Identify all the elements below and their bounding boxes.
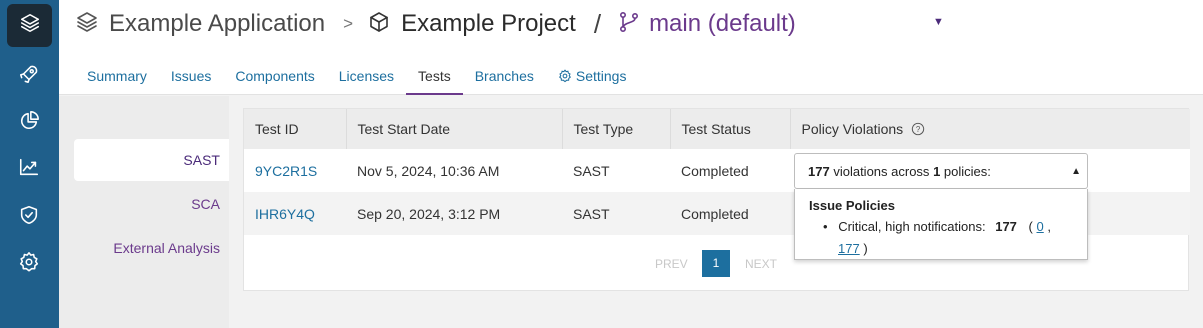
test-type-subnav: SAST SCA External Analysis: [59, 96, 229, 328]
start-date-cell: Sep 20, 2024, 3:12 PM: [346, 192, 562, 235]
tab-summary[interactable]: Summary: [75, 62, 159, 95]
policy-name: Critical, high notifications:: [838, 219, 986, 234]
policy-list-item: • Critical, high notifications: 177 ( 0 …: [823, 219, 1051, 234]
policy-violations-dropdown[interactable]: 177 violations across 1 policies: ▲: [794, 153, 1088, 189]
close-paren: ): [863, 241, 868, 256]
rocket-icon[interactable]: [17, 62, 41, 86]
bullet-icon: •: [823, 219, 828, 234]
pie-chart-icon[interactable]: [17, 109, 41, 133]
svg-text:?: ?: [916, 125, 921, 134]
app-root: Example Application > Example Project / …: [0, 0, 1203, 328]
column-header[interactable]: Test Status: [670, 109, 791, 149]
gear-icon: [558, 68, 576, 86]
test-id-cell: 9YC2R1S: [244, 149, 346, 192]
subnav-item-external-analysis[interactable]: External Analysis: [74, 227, 229, 269]
column-header[interactable]: Test Type: [562, 109, 671, 149]
help-circle-icon[interactable]: ?: [907, 121, 925, 137]
policy-count: 1: [933, 164, 941, 179]
violations-text: violations across: [833, 164, 930, 179]
breadcrumb-separator: /: [593, 8, 602, 39]
caret-up-icon[interactable]: ▲: [1071, 154, 1081, 190]
column-header-label: Policy Violations: [801, 121, 904, 137]
test-type-cell: SAST: [562, 149, 670, 192]
tab-settings-label: Settings: [575, 68, 627, 84]
policies-text: policies:: [943, 164, 991, 179]
test-id-link[interactable]: IHR6Y4Q: [255, 206, 315, 222]
branch-icon: [617, 10, 641, 39]
test-status-cell: Completed: [670, 192, 790, 235]
branch-selector[interactable]: main (default): [649, 10, 796, 38]
breadcrumb-separator: >: [343, 14, 354, 33]
home-button[interactable]: [7, 4, 52, 47]
policy-violation-count: 177: [995, 219, 1017, 234]
policy-violations-menu: Issue Policies • Critical, high notifica…: [794, 189, 1088, 260]
pagination-page-1[interactable]: 1: [702, 250, 730, 277]
tab-issues[interactable]: Issues: [159, 62, 223, 95]
violation-count: 177: [808, 164, 830, 179]
cube-icon: [367, 10, 391, 39]
test-id-cell: IHR6Y4Q: [244, 192, 346, 235]
column-header: Policy Violations ?: [790, 109, 1190, 149]
column-header[interactable]: Test Start Date: [346, 109, 563, 149]
breadcrumb: Example Application > Example Project / …: [75, 6, 796, 42]
test-id-link[interactable]: 9YC2R1S: [255, 163, 317, 179]
start-date-cell: Nov 5, 2024, 10:36 AM: [346, 149, 562, 192]
tab-branches[interactable]: Branches: [463, 62, 546, 95]
caret-down-icon[interactable]: ▼: [933, 16, 944, 28]
settings-gear-icon[interactable]: [17, 250, 41, 274]
comma: ,: [1047, 219, 1051, 234]
policy-link-new[interactable]: 0: [1037, 219, 1044, 234]
layers-icon: [75, 10, 99, 39]
tab-tests[interactable]: Tests: [406, 62, 463, 95]
breadcrumb-project[interactable]: Example Project: [401, 10, 576, 38]
open-paren: (: [1028, 219, 1033, 234]
test-type-cell: SAST: [562, 192, 670, 235]
subnav-item-sca[interactable]: SCA: [74, 183, 229, 225]
policy-link-total[interactable]: 177: [838, 241, 860, 256]
breadcrumb-application[interactable]: Example Application: [109, 10, 325, 38]
pagination-prev[interactable]: PREV: [655, 257, 688, 271]
pagination-next[interactable]: NEXT: [745, 257, 777, 271]
tab-settings[interactable]: Settings: [546, 62, 639, 95]
page-header: Example Application > Example Project / …: [59, 0, 1203, 95]
test-status-cell: Completed: [670, 149, 790, 192]
tab-components[interactable]: Components: [223, 62, 326, 95]
tab-bar: Summary Issues Components Licenses Tests…: [75, 62, 638, 95]
subnav-item-sast[interactable]: SAST: [74, 139, 229, 181]
shield-check-icon[interactable]: [17, 203, 41, 227]
policy-list-item-continued: 177 ): [838, 241, 868, 256]
layers-icon: [19, 12, 41, 39]
policy-group-title: Issue Policies: [809, 198, 895, 213]
tab-licenses[interactable]: Licenses: [327, 62, 406, 95]
column-header[interactable]: Test ID: [244, 109, 347, 149]
main-nav-rail: [0, 0, 59, 328]
table-header-row: Test ID Test Start Date Test Type Test S…: [244, 109, 1190, 149]
trending-chart-icon[interactable]: [17, 155, 41, 179]
